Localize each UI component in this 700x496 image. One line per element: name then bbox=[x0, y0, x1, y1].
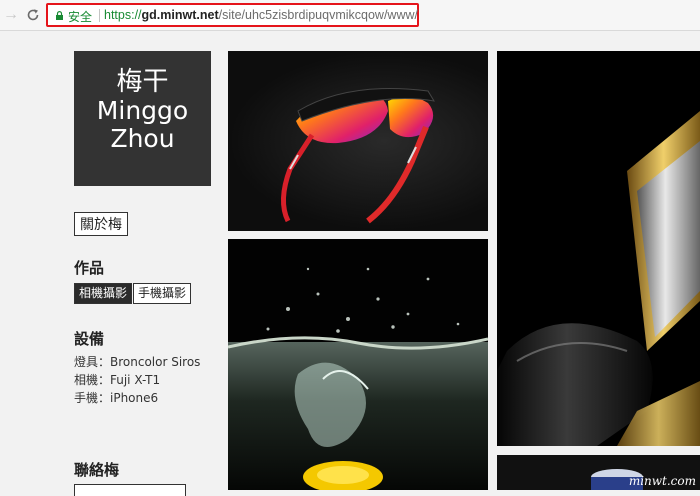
back-arrow-icon[interactable]: → bbox=[2, 6, 20, 24]
watermark: minwt.com bbox=[628, 474, 696, 488]
url-host: gd.minwt.net bbox=[141, 8, 219, 22]
photo-fountain-pen[interactable] bbox=[497, 51, 700, 446]
contact-input[interactable] bbox=[74, 484, 186, 496]
secure-label: 安全 bbox=[68, 10, 93, 24]
sunglasses-image bbox=[281, 88, 435, 224]
photo-water-splash[interactable] bbox=[228, 239, 488, 490]
tag-phone-photography[interactable]: 手機攝影 bbox=[133, 283, 192, 304]
logo-line-3: Zhou bbox=[110, 124, 175, 153]
omnibox-divider bbox=[99, 9, 100, 22]
url-scheme: https:// bbox=[104, 8, 142, 22]
photo-partial[interactable]: minwt.com bbox=[497, 455, 700, 490]
photo-sunglasses[interactable] bbox=[228, 51, 488, 231]
logo-line-1: 梅干 bbox=[116, 67, 169, 97]
gear-item: 燈具：Broncolor Siros bbox=[74, 355, 201, 369]
gear-heading: 設備 bbox=[74, 330, 105, 348]
logo-line-2: Minggo bbox=[96, 96, 189, 125]
pen-image bbox=[497, 51, 700, 446]
browser-toolbar: → 安全 https://gd.minwt.net/site/uhc5zisbr… bbox=[0, 0, 700, 31]
url-text[interactable]: https://gd.minwt.net/site/uhc5zisbrdipuq… bbox=[104, 8, 418, 22]
works-heading: 作品 bbox=[74, 259, 105, 277]
gear-item: 手機：iPhone6 bbox=[74, 391, 159, 405]
tag-camera-photography[interactable]: 相機攝影 bbox=[74, 283, 133, 304]
site-logo[interactable]: 梅干 Minggo Zhou bbox=[74, 51, 211, 186]
lock-icon bbox=[56, 11, 63, 20]
reload-icon[interactable] bbox=[24, 6, 42, 24]
about-link[interactable]: 關於梅 bbox=[74, 212, 128, 236]
contact-heading: 聯絡梅 bbox=[74, 461, 120, 479]
splash-image bbox=[228, 239, 488, 490]
address-bar[interactable]: 安全 https://gd.minwt.net/site/uhc5zisbrdi… bbox=[46, 3, 419, 27]
page: 梅干 Minggo Zhou 關於梅 作品 相機攝影 手機攝影 設備 燈具：Br… bbox=[0, 32, 700, 496]
url-path: /site/uhc5zisbrdipuqvmikcqow/www/ bbox=[218, 8, 418, 22]
gear-item: 相機：Fuji X-T1 bbox=[74, 373, 161, 387]
